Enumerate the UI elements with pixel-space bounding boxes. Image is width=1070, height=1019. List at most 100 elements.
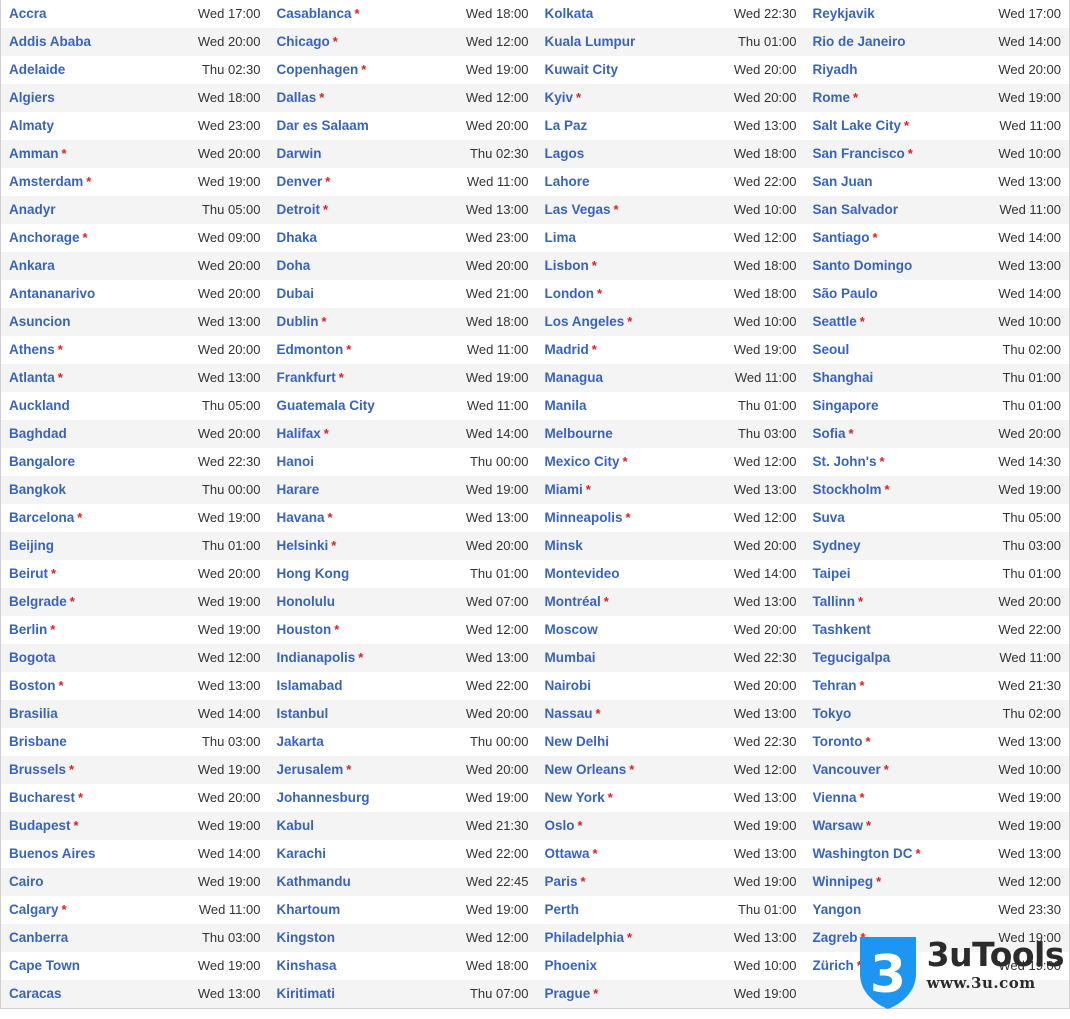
city-link[interactable]: Prague	[545, 986, 591, 1001]
city-link[interactable]: Ankara	[9, 258, 55, 273]
city-link[interactable]: Santiago	[813, 230, 870, 245]
city-link[interactable]: Seattle	[813, 314, 857, 329]
city-link[interactable]: Buenos Aires	[9, 846, 96, 861]
city-link[interactable]: Asuncion	[9, 314, 71, 329]
city-link[interactable]: Baghdad	[9, 426, 67, 441]
city-link[interactable]: Budapest	[9, 818, 71, 833]
city-link[interactable]: Tokyo	[813, 706, 852, 721]
city-link[interactable]: Boston	[9, 678, 56, 693]
city-link[interactable]: London	[545, 286, 594, 301]
city-link[interactable]: Mexico City	[545, 454, 620, 469]
city-link[interactable]: Zürich	[813, 958, 854, 973]
city-link[interactable]: Halifax	[277, 426, 321, 441]
city-link[interactable]: Caracas	[9, 986, 62, 1001]
city-link[interactable]: Phoenix	[545, 958, 598, 973]
city-link[interactable]: New Delhi	[545, 734, 610, 749]
city-link[interactable]: Bangalore	[9, 454, 75, 469]
city-link[interactable]: Kuwait City	[545, 62, 619, 77]
city-link[interactable]: Bucharest	[9, 790, 75, 805]
city-link[interactable]: New Orleans	[545, 762, 627, 777]
city-link[interactable]: Vienna	[813, 790, 857, 805]
city-link[interactable]: Khartoum	[277, 902, 341, 917]
city-link[interactable]: Berlin	[9, 622, 47, 637]
city-link[interactable]: Las Vegas	[545, 202, 611, 217]
city-link[interactable]: Tehran	[813, 678, 857, 693]
city-link[interactable]: Barcelona	[9, 510, 74, 525]
city-link[interactable]: Kabul	[277, 818, 315, 833]
city-link[interactable]: Addis Ababa	[9, 34, 91, 49]
city-link[interactable]: Lagos	[545, 146, 585, 161]
city-link[interactable]: San Juan	[813, 174, 873, 189]
city-link[interactable]: San Salvador	[813, 202, 899, 217]
city-link[interactable]: Vancouver	[813, 762, 881, 777]
city-link[interactable]: Melbourne	[545, 426, 613, 441]
city-link[interactable]: Anadyr	[9, 202, 56, 217]
city-link[interactable]: Lahore	[545, 174, 590, 189]
city-link[interactable]: Tallinn	[813, 594, 856, 609]
city-link[interactable]: Bogota	[9, 650, 56, 665]
city-link[interactable]: Frankfurt	[277, 370, 336, 385]
city-link[interactable]: Sofia	[813, 426, 846, 441]
city-link[interactable]: Calgary	[9, 902, 59, 917]
city-link[interactable]: São Paulo	[813, 286, 878, 301]
city-link[interactable]: Sydney	[813, 538, 861, 553]
city-link[interactable]: Kuala Lumpur	[545, 34, 636, 49]
city-link[interactable]: Accra	[9, 6, 47, 21]
city-link[interactable]: Minsk	[545, 538, 583, 553]
city-link[interactable]: Kolkata	[545, 6, 594, 21]
city-link[interactable]: Salt Lake City	[813, 118, 902, 133]
city-link[interactable]: Algiers	[9, 90, 55, 105]
city-link[interactable]: Athens	[9, 342, 55, 357]
city-link[interactable]: Beirut	[9, 566, 48, 581]
city-link[interactable]: Zagreb	[813, 930, 858, 945]
city-link[interactable]: Kathmandu	[277, 874, 351, 889]
city-link[interactable]: Shanghai	[813, 370, 874, 385]
city-link[interactable]: Taipei	[813, 566, 851, 581]
city-link[interactable]: Washington DC	[813, 846, 913, 861]
city-link[interactable]: Havana	[277, 510, 325, 525]
city-link[interactable]: Detroit	[277, 202, 321, 217]
city-link[interactable]: Amsterdam	[9, 174, 83, 189]
city-link[interactable]: Belgrade	[9, 594, 67, 609]
city-link[interactable]: Dar es Salaam	[277, 118, 369, 133]
city-link[interactable]: Nairobi	[545, 678, 592, 693]
city-link[interactable]: Beijing	[9, 538, 54, 553]
city-link[interactable]: Kyiv	[545, 90, 574, 105]
city-link[interactable]: Guatemala City	[277, 398, 375, 413]
city-link[interactable]: Nassau	[545, 706, 593, 721]
city-link[interactable]: New York	[545, 790, 605, 805]
city-link[interactable]: Rome	[813, 90, 851, 105]
city-link[interactable]: Doha	[277, 258, 311, 273]
city-link[interactable]: Winnipeg	[813, 874, 874, 889]
city-link[interactable]: Montevideo	[545, 566, 620, 581]
city-link[interactable]: Amman	[9, 146, 59, 161]
city-link[interactable]: Rio de Janeiro	[813, 34, 906, 49]
city-link[interactable]: Dubai	[277, 286, 315, 301]
city-link[interactable]: Riyadh	[813, 62, 858, 77]
city-link[interactable]: Jerusalem	[277, 762, 344, 777]
city-link[interactable]: Tegucigalpa	[813, 650, 891, 665]
city-link[interactable]: Johannesburg	[277, 790, 370, 805]
city-link[interactable]: Dhaka	[277, 230, 318, 245]
city-link[interactable]: Houston	[277, 622, 332, 637]
city-link[interactable]: San Francisco	[813, 146, 905, 161]
city-link[interactable]: Tashkent	[813, 622, 871, 637]
city-link[interactable]: Kinshasa	[277, 958, 337, 973]
city-link[interactable]: Harare	[277, 482, 320, 497]
city-link[interactable]: Brussels	[9, 762, 66, 777]
city-link[interactable]: Casablanca	[277, 6, 352, 21]
city-link[interactable]: Lima	[545, 230, 577, 245]
city-link[interactable]: Karachi	[277, 846, 327, 861]
city-link[interactable]: Antananarivo	[9, 286, 95, 301]
city-link[interactable]: Suva	[813, 510, 845, 525]
city-link[interactable]: Perth	[545, 902, 580, 917]
city-link[interactable]: Auckland	[9, 398, 70, 413]
city-link[interactable]: Canberra	[9, 930, 68, 945]
city-link[interactable]: Seoul	[813, 342, 850, 357]
city-link[interactable]: Helsinki	[277, 538, 329, 553]
city-link[interactable]: Manila	[545, 398, 587, 413]
city-link[interactable]: Miami	[545, 482, 583, 497]
city-link[interactable]: Jakarta	[277, 734, 324, 749]
city-link[interactable]: Reykjavik	[813, 6, 875, 21]
city-link[interactable]: Honolulu	[277, 594, 335, 609]
